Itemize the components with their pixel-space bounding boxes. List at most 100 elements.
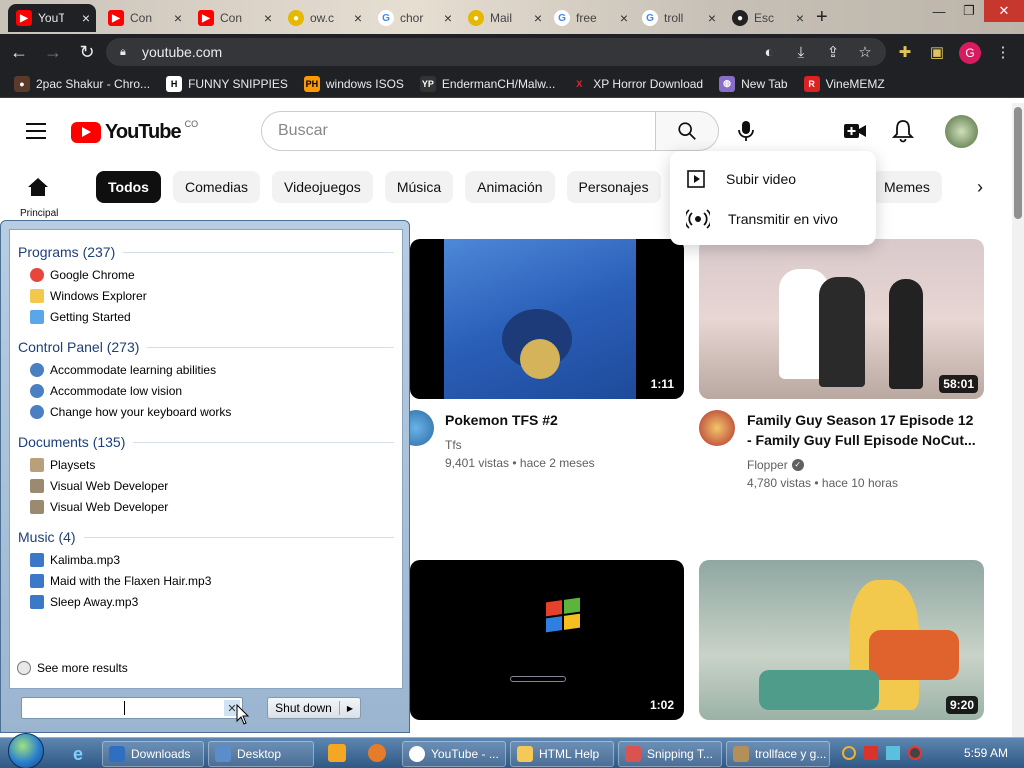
taskbar-item-downloads[interactable]: Downloads [102, 741, 204, 767]
search-result-item[interactable]: Google Chrome [30, 268, 135, 282]
close-tab-icon[interactable]: × [708, 10, 716, 26]
tab-2[interactable]: ▶ Con × [100, 4, 188, 32]
video-title[interactable]: Family Guy Season 17 Episode 12 - Family… [747, 410, 987, 450]
shutdown-button[interactable]: Shut down ▶ [267, 697, 361, 719]
video-thumbnail-pokemon[interactable]: 1:11 [410, 239, 684, 399]
create-button[interactable] [840, 116, 870, 146]
share-icon[interactable]: ⇪ [822, 41, 844, 63]
tray-network-icon[interactable] [886, 746, 900, 760]
bookmark-item[interactable]: PH windows ISOS [303, 75, 404, 92]
bookmark-item[interactable]: ◍ New Tab [719, 75, 788, 92]
start-orb-button[interactable] [8, 733, 44, 768]
result-group-header[interactable]: Control Panel (273) [18, 339, 394, 355]
tab-4[interactable]: ● ow.c × [280, 4, 368, 32]
tab-9[interactable]: ● Esc × [724, 4, 810, 32]
tray-app-icon[interactable] [908, 746, 922, 760]
page-scrollbar[interactable] [1012, 103, 1024, 737]
close-tab-icon[interactable]: × [264, 10, 272, 26]
hamburger-menu-icon[interactable] [26, 123, 46, 139]
chip-category[interactable]: Comedias [172, 171, 260, 203]
internet-explorer-icon[interactable]: e [66, 742, 90, 766]
search-result-item[interactable]: Getting Started [30, 310, 131, 324]
taskbar-item-snipping-tool[interactable]: Snipping T... [618, 741, 722, 767]
app-tray-icon[interactable] [368, 744, 386, 762]
bookmark-star-icon[interactable]: ☆ [854, 41, 876, 63]
bookmark-item[interactable]: ● 2pac Shakur - Chro... [14, 75, 150, 92]
reload-icon[interactable]: ↻ [72, 37, 102, 67]
chip-category[interactable]: Personajes [566, 171, 661, 203]
tab-5[interactable]: G chor × [370, 4, 458, 32]
chip-memes[interactable]: Memes [872, 171, 942, 203]
menu-item-go-live[interactable]: Transmitir en vivo [686, 209, 838, 229]
install-app-icon[interactable]: ⤓ [790, 41, 812, 63]
search-result-item[interactable]: Playsets [30, 458, 95, 472]
new-tab-button[interactable]: + [816, 6, 828, 29]
taskbar-item-html-help[interactable]: HTML Help [510, 741, 614, 767]
video-title[interactable]: Pokemon TFS #2 [445, 410, 675, 430]
taskbar-clock[interactable]: 5:59 AM [964, 746, 1008, 760]
search-result-item[interactable]: Accommodate learning abilities [30, 363, 216, 377]
search-result-item[interactable]: Kalimba.mp3 [30, 553, 120, 567]
chip-category[interactable]: Videojuegos [272, 171, 373, 203]
taskbar-item-desktop[interactable]: Desktop [208, 741, 314, 767]
search-result-item[interactable]: Accommodate low vision [30, 384, 182, 398]
tab-youtube[interactable]: ▶ YouT × [8, 4, 96, 32]
result-group-header[interactable]: Documents (135) [18, 434, 394, 450]
taskbar-item-trollface[interactable]: trollface y g... [726, 741, 830, 767]
tray-flag-icon[interactable] [864, 746, 878, 760]
minimize-icon[interactable]: — [924, 0, 954, 22]
google-lens-icon[interactable]: ◐ [758, 41, 780, 63]
side-panel-icon[interactable]: ▣ [926, 41, 948, 63]
bookmark-item[interactable]: X XP Horror Download [571, 75, 703, 92]
sidebar-item-home[interactable]: Principal [20, 177, 58, 219]
close-tab-icon[interactable]: × [174, 10, 182, 26]
browser-menu-icon[interactable]: ⋮ [992, 41, 1014, 63]
youtube-logo[interactable]: YouTube CO [71, 119, 198, 144]
search-result-item[interactable]: Visual Web Developer [30, 479, 168, 493]
chip-category[interactable]: Animación [465, 171, 555, 203]
video-thumbnail-family-guy[interactable]: 58:01 [699, 239, 984, 399]
result-group-header[interactable]: Programs (237) [18, 244, 394, 260]
search-result-item[interactable]: Windows Explorer [30, 289, 147, 303]
tab-3[interactable]: ▶ Con × [190, 4, 278, 32]
video-thumbnail-simpsons[interactable]: 9:20 [699, 560, 984, 720]
close-tab-icon[interactable]: × [354, 10, 362, 26]
search-result-item[interactable]: Visual Web Developer [30, 500, 168, 514]
bookmark-item[interactable]: R VineMEMZ [803, 75, 885, 92]
profile-avatar[interactable]: G [959, 42, 981, 64]
search-button[interactable] [655, 111, 719, 151]
voice-search-button[interactable] [730, 115, 762, 147]
search-result-item[interactable]: Sleep Away.mp3 [30, 595, 138, 609]
search-result-item[interactable]: Maid with the Flaxen Hair.mp3 [30, 574, 211, 588]
restore-icon[interactable]: ❐ [954, 0, 984, 22]
chip-all[interactable]: Todos [96, 171, 161, 203]
close-window-icon[interactable]: ✕ [984, 0, 1024, 22]
chip-category[interactable]: Música [384, 171, 454, 203]
close-tab-icon[interactable]: × [534, 10, 542, 26]
account-avatar[interactable] [945, 115, 978, 148]
video-thumbnail-windows-xp[interactable]: 1:02 [410, 560, 684, 720]
back-arrow-icon[interactable]: ← [4, 37, 34, 67]
shutdown-options-arrow-icon[interactable]: ▶ [340, 704, 360, 713]
tab-6[interactable]: ● Mail × [460, 4, 548, 32]
see-more-results-link[interactable]: See more results [17, 661, 128, 675]
media-player-icon[interactable] [328, 744, 346, 762]
notifications-button[interactable] [888, 116, 918, 146]
close-tab-icon[interactable]: × [444, 10, 452, 26]
extensions-puzzle-icon[interactable]: ✚ [894, 41, 916, 63]
bookmark-item[interactable]: YP EndermanCH/Malw... [419, 75, 555, 92]
bookmark-item[interactable]: H FUNNY SNIPPIES [166, 75, 288, 92]
taskbar-item-youtube[interactable]: YouTube - ... [402, 741, 506, 767]
menu-item-upload-video[interactable]: Subir video [686, 169, 796, 189]
tab-7[interactable]: G free × [546, 4, 634, 32]
close-tab-icon[interactable]: × [82, 10, 90, 26]
search-result-item[interactable]: Change how your keyboard works [30, 405, 231, 419]
close-tab-icon[interactable]: × [620, 10, 628, 26]
tray-search-icon[interactable] [842, 746, 856, 760]
channel-name[interactable]: Tfs [445, 436, 462, 454]
close-tab-icon[interactable]: × [796, 10, 804, 26]
result-group-header[interactable]: Music (4) [18, 529, 394, 545]
tab-8[interactable]: G troll × [634, 4, 722, 32]
search-input[interactable]: Buscar [261, 111, 656, 151]
chevron-right-icon[interactable]: › [966, 173, 994, 201]
